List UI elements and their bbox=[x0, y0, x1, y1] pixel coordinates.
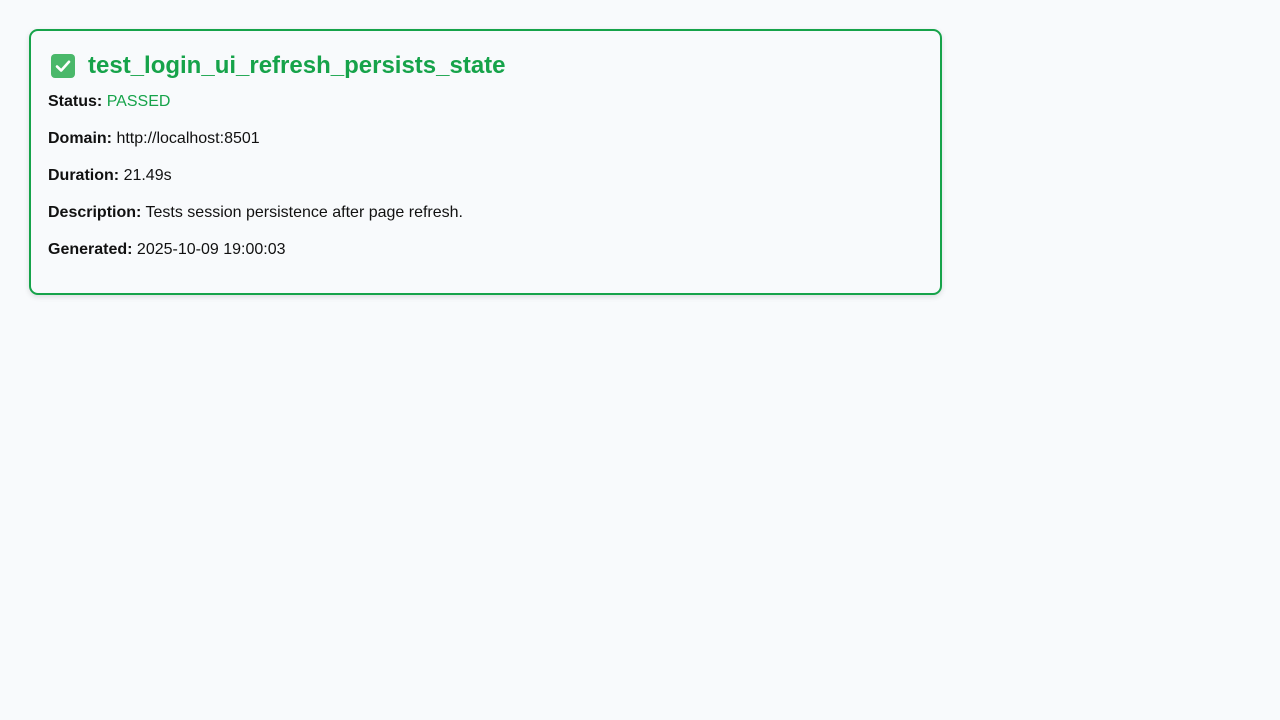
duration-field: Duration: 21.49s bbox=[48, 166, 923, 186]
description-label: Description: bbox=[48, 204, 142, 221]
description-field: Description: Tests session persistence a… bbox=[48, 203, 923, 223]
status-field: Status: PASSED bbox=[48, 92, 923, 112]
report-header: test_login_ui_refresh_persists_state bbox=[48, 51, 923, 81]
duration-value: 21.49s bbox=[123, 167, 172, 184]
status-label: Status: bbox=[48, 93, 103, 110]
generated-value: 2025-10-09 19:00:03 bbox=[136, 241, 286, 258]
test-title: test_login_ui_refresh_persists_state bbox=[88, 52, 506, 79]
check-icon bbox=[51, 54, 75, 78]
duration-label: Duration: bbox=[48, 167, 120, 184]
generated-field: Generated: 2025-10-09 19:00:03 bbox=[48, 240, 923, 260]
generated-label: Generated: bbox=[48, 241, 133, 258]
description-value: Tests session persistence after page ref… bbox=[145, 204, 464, 221]
domain-field: Domain: http://localhost:8501 bbox=[48, 129, 923, 149]
test-report-card: test_login_ui_refresh_persists_state Sta… bbox=[29, 29, 942, 295]
domain-label: Domain: bbox=[48, 130, 112, 147]
domain-value: http://localhost:8501 bbox=[116, 130, 260, 147]
status-value: PASSED bbox=[106, 93, 171, 110]
